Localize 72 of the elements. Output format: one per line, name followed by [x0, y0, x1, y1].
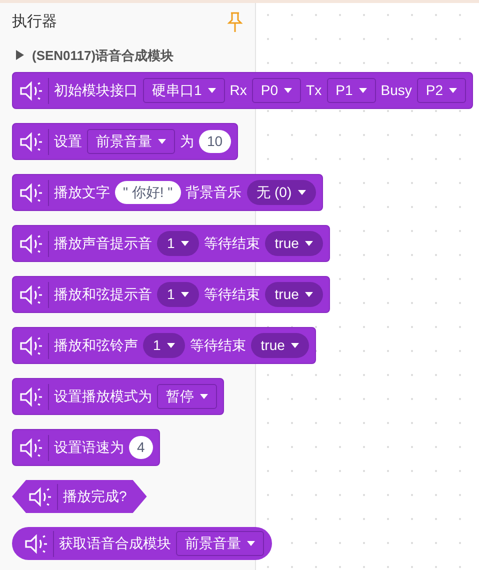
block-label: 获取语音合成模块	[59, 534, 171, 553]
dropdown[interactable]: P0	[252, 78, 302, 103]
boolean-block[interactable]: 播放完成?	[12, 480, 147, 513]
caret-icon	[358, 88, 367, 93]
caret-icon	[290, 343, 299, 348]
number-field[interactable]: 10	[199, 130, 231, 153]
caret-icon	[158, 139, 166, 144]
dropdown[interactable]: 前景音量	[176, 531, 264, 556]
block-label: 背景音乐	[186, 183, 242, 202]
block-label: Tx	[306, 81, 322, 100]
caret-icon	[304, 292, 313, 297]
panel-title: 执行器	[12, 12, 57, 32]
block-label: 为	[180, 132, 194, 151]
block-label: 等待结束	[204, 285, 260, 304]
caret-icon	[180, 292, 189, 297]
dropdown[interactable]: true	[250, 333, 309, 358]
dropdown[interactable]: 前景音量	[87, 129, 175, 154]
caret-icon	[208, 88, 216, 93]
speaker-icon	[19, 436, 43, 458]
caret-icon	[166, 343, 175, 348]
dropdown[interactable]: P1	[326, 78, 376, 103]
speaker-icon	[19, 232, 43, 254]
caret-icon	[284, 88, 292, 93]
block-label: 播放和弦提示音	[54, 285, 152, 304]
block-label: 设置语速为	[54, 438, 124, 457]
text-field[interactable]: " 你好! "	[115, 181, 181, 204]
dropdown[interactable]: 硬串口1	[143, 78, 225, 103]
command-block[interactable]: 设置播放模式为 暂停	[12, 378, 224, 415]
speaker-icon	[19, 130, 43, 152]
block-label: 设置	[54, 132, 82, 151]
block-label: 等待结束	[190, 336, 246, 355]
caret-icon	[448, 88, 457, 93]
speaker-icon	[19, 284, 43, 306]
caret-icon	[298, 190, 306, 195]
dropdown[interactable]: 1	[157, 231, 199, 256]
dropdown[interactable]: 1	[143, 333, 185, 358]
block-label: Busy	[380, 81, 412, 100]
caret-icon	[200, 394, 208, 399]
block-label: 等待结束	[204, 234, 260, 253]
dropdown[interactable]: 1	[157, 282, 199, 307]
speaker-icon	[24, 532, 48, 554]
reporter-block[interactable]: 获取语音合成模块 前景音量	[12, 527, 272, 560]
command-block[interactable]: 设置 前景音量 为 10	[12, 123, 238, 160]
command-block[interactable]: 初始模块接口 硬串口1 Rx P0 Tx P1 Busy P2	[12, 72, 473, 109]
block-label: 播放文字	[54, 183, 110, 202]
number-field[interactable]: 4	[129, 436, 153, 459]
dropdown[interactable]: true	[264, 282, 323, 307]
block-label: 设置播放模式为	[54, 387, 152, 406]
dropdown[interactable]: true	[264, 231, 323, 256]
command-block[interactable]: 播放和弦提示音 1 等待结束 true	[12, 276, 330, 313]
block-label: Rx	[230, 81, 247, 100]
block-label: 初始模块接口	[54, 81, 138, 100]
speaker-icon	[19, 80, 43, 102]
speaker-icon	[19, 386, 43, 408]
dropdown[interactable]: P2	[416, 78, 466, 103]
speaker-icon	[19, 182, 43, 204]
category-toggle[interactable]: (SEN0117)语音合成模块	[12, 46, 174, 65]
command-block[interactable]: 播放文字 " 你好! " 背景音乐 无 (0)	[12, 174, 323, 211]
command-block[interactable]: 播放和弦铃声 1 等待结束 true	[12, 327, 316, 364]
speaker-icon	[28, 486, 52, 508]
dropdown[interactable]: 暂停	[157, 384, 217, 409]
dropdown[interactable]: 无 (0)	[246, 180, 316, 205]
command-block[interactable]: 设置语速为 4	[12, 429, 160, 466]
caret-icon	[304, 241, 313, 246]
command-block[interactable]: 播放声音提示音 1 等待结束 true	[12, 225, 330, 262]
caret-icon	[247, 541, 255, 546]
pin-icon[interactable]	[227, 11, 243, 34]
speaker-icon	[19, 334, 43, 356]
caret-icon	[180, 241, 189, 246]
block-label: 播放声音提示音	[54, 234, 152, 253]
block-label: 播放和弦铃声	[54, 336, 138, 355]
block-label: 播放完成?	[63, 487, 127, 506]
